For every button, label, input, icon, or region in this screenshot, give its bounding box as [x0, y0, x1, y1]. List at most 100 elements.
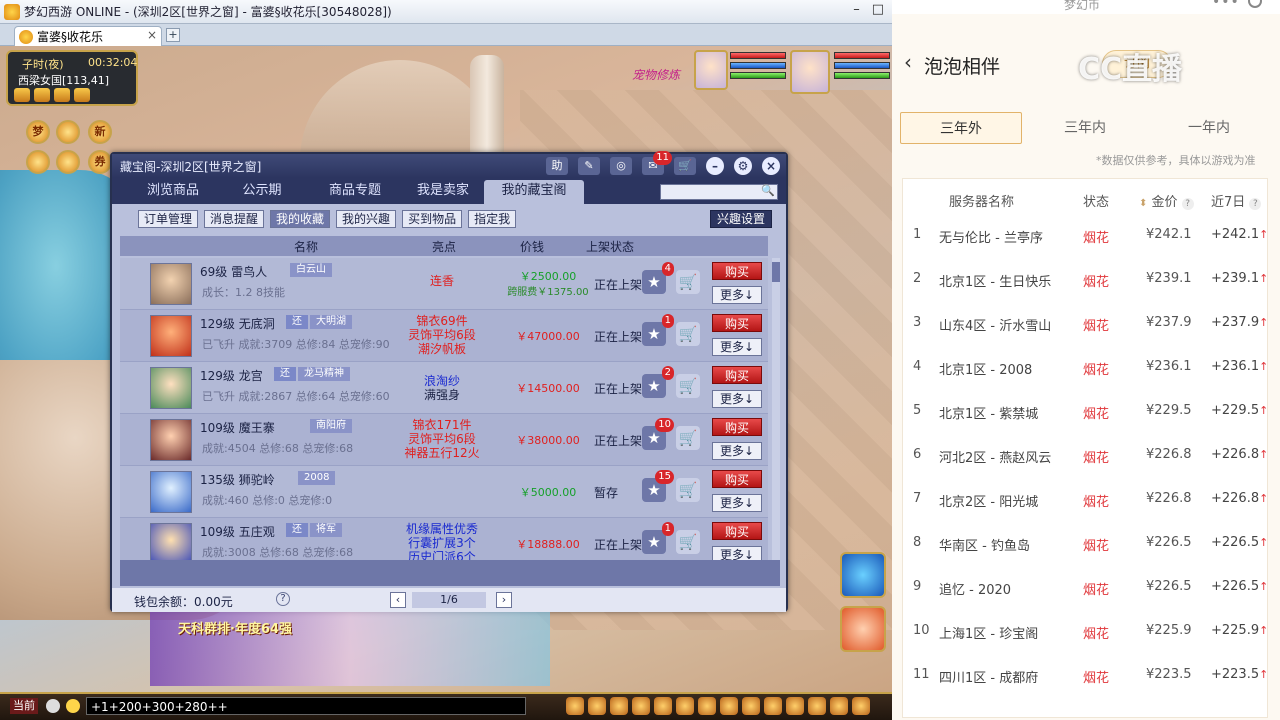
- emoji-icon[interactable]: [66, 699, 80, 713]
- character-avatar[interactable]: [150, 315, 192, 357]
- character-avatar[interactable]: [150, 367, 192, 409]
- event-banner[interactable]: 天科群排·年度64强: [150, 612, 550, 686]
- more-button[interactable]: 更多↓: [712, 442, 762, 460]
- treasure-icon[interactable]: [56, 150, 80, 174]
- prev-page-button[interactable]: ‹: [390, 592, 406, 608]
- system-icon[interactable]: [808, 697, 826, 715]
- chat-channel[interactable]: 当前: [10, 698, 38, 714]
- tab-within-1-year[interactable]: 一年内: [1148, 112, 1270, 144]
- maximize-icon[interactable]: □: [872, 2, 884, 17]
- buy-button[interactable]: 购买: [712, 314, 762, 332]
- add-to-cart-icon[interactable]: 🛒: [676, 530, 700, 554]
- act-icon[interactable]: [786, 697, 804, 715]
- buy-button[interactable]: 购买: [712, 366, 762, 384]
- ranking-row[interactable]: 2 北京1区 - 生日快乐 烟花 ¥239.1 +239.1↑: [903, 259, 1269, 303]
- close-icon[interactable]: ×: [762, 157, 780, 175]
- buy-button[interactable]: 购买: [712, 522, 762, 540]
- ranking-row[interactable]: 6 河北2区 - 燕赵风云 烟花 ¥226.8 +226.8↑: [903, 435, 1269, 479]
- ranking-row[interactable]: 8 华南区 - 钓鱼岛 烟花 ¥226.5 +226.5↑: [903, 523, 1269, 567]
- pet-portrait[interactable]: [694, 50, 728, 90]
- table-row[interactable]: 69级 雷鸟人 白云山 成长：1.2 8技能 连香 ￥2500.00 跨服费￥1…: [120, 258, 768, 310]
- subtab-purchased[interactable]: 买到物品: [402, 210, 463, 228]
- subtab-orders[interactable]: 订单管理: [138, 210, 199, 228]
- buy-button[interactable]: 购买: [712, 418, 762, 436]
- ranking-row[interactable]: 7 北京2区 - 阳光城 烟花 ¥226.8 +226.8↑: [903, 479, 1269, 523]
- subtab-favorites[interactable]: 我的收藏: [270, 210, 331, 228]
- interest-settings-button[interactable]: 兴趣设置: [710, 210, 773, 228]
- character-avatar[interactable]: [150, 263, 192, 305]
- table-row[interactable]: 109级 五庄观 还 将军 成就:3008 总修:68 总宠修:68 机缘属性优…: [120, 518, 768, 560]
- character-avatar[interactable]: [150, 523, 192, 560]
- new-activity-icon[interactable]: 新: [88, 120, 112, 144]
- more-button[interactable]: 更多↓: [712, 494, 762, 512]
- table-row[interactable]: 135级 狮驼岭 2008 成就:460 总修:0 总宠修:0 ￥5000.00…: [120, 466, 768, 518]
- back-icon[interactable]: ‹: [904, 50, 912, 74]
- dream-icon[interactable]: 梦: [26, 120, 50, 144]
- add-to-cart-icon[interactable]: 🛒: [676, 270, 700, 294]
- minimize-icon[interactable]: –: [853, 2, 860, 17]
- more-button[interactable]: 更多↓: [712, 338, 762, 356]
- favorite-star-icon[interactable]: ★ 1: [642, 314, 674, 346]
- tab-public-period[interactable]: 公示期: [222, 180, 302, 204]
- search-input[interactable]: 🔍: [660, 184, 778, 200]
- more-button[interactable]: 更多↓: [712, 546, 762, 560]
- table-row[interactable]: 109级 魔王寨 南阳府 成就:4504 总修:68 总宠修:68 锦衣171件…: [120, 414, 768, 466]
- character-shortcut-icon[interactable]: [840, 606, 886, 652]
- gift-icon[interactable]: [56, 120, 80, 144]
- shop-icon[interactable]: [26, 150, 50, 174]
- task-icon[interactable]: [698, 697, 716, 715]
- ranking-row[interactable]: 9 追忆 - 2020 烟花 ¥226.5 +226.5↑: [903, 567, 1269, 611]
- location-text[interactable]: 西梁女国[113,41]: [18, 72, 109, 88]
- table-row[interactable]: 129级 龙宫 还 龙马精神 已飞升 成就:2867 总修:64 总宠修:60 …: [120, 362, 768, 414]
- character-avatar[interactable]: [150, 419, 192, 461]
- gear-icon[interactable]: ⚙: [734, 157, 752, 175]
- quick-icon[interactable]: [742, 697, 760, 715]
- trade-icon[interactable]: [632, 697, 650, 715]
- table-row[interactable]: 129级 无底洞 还 大明湖 已飞升 成就:3709 总修:84 总宠修:90 …: [120, 310, 768, 362]
- buy-button[interactable]: 购买: [712, 262, 762, 280]
- player-portrait[interactable]: [790, 50, 830, 94]
- ranking-row[interactable]: 4 北京1区 - 2008 烟花 ¥236.1 +236.1↑: [903, 347, 1269, 391]
- next-page-button[interactable]: ›: [496, 592, 512, 608]
- edit-icon[interactable]: ✎: [578, 157, 600, 175]
- tab-game[interactable]: 富婆§收花乐 ×: [14, 26, 162, 46]
- message-icon[interactable]: ✉ 11: [642, 151, 672, 175]
- subtab-notifications[interactable]: 消息提醒: [204, 210, 265, 228]
- col-7-days[interactable]: 近7日 ?: [1211, 191, 1262, 210]
- ranking-row[interactable]: 11 四川1区 - 成都府 烟花 ¥223.5 +223.5↑: [903, 655, 1269, 699]
- character-avatar[interactable]: [150, 471, 192, 513]
- gang-icon[interactable]: [720, 697, 738, 715]
- col-gold-price[interactable]: ⬍ 金价 ?: [1139, 191, 1194, 210]
- subtab-interests[interactable]: 我的兴趣: [336, 210, 397, 228]
- minimize-icon[interactable]: –: [706, 157, 724, 175]
- ranking-icon[interactable]: [34, 88, 50, 102]
- tab-seller[interactable]: 我是卖家: [402, 180, 484, 204]
- subtab-assigned[interactable]: 指定我: [468, 210, 517, 228]
- give-icon[interactable]: [610, 697, 628, 715]
- more-dots-icon[interactable]: •••: [1212, 0, 1240, 10]
- tab-my-pavilion[interactable]: 我的藏宝阁: [484, 180, 584, 204]
- favorite-star-icon[interactable]: ★ 10: [642, 418, 674, 450]
- buy-button[interactable]: 购买: [712, 470, 762, 488]
- rows-scrollbar[interactable]: [772, 258, 780, 560]
- more-button[interactable]: 更多↓: [712, 390, 762, 408]
- ranking-row[interactable]: 1 无与伦比 - 兰亭序 烟花 ¥242.1 +242.1↑: [903, 215, 1269, 259]
- map-icon[interactable]: [54, 88, 70, 102]
- cart-icon[interactable]: 🛒: [674, 157, 696, 175]
- favorite-star-icon[interactable]: ★ 15: [642, 470, 674, 502]
- tab-within-3-years[interactable]: 三年内: [1024, 112, 1146, 144]
- chat-input[interactable]: +1+200+300+280++: [86, 697, 526, 715]
- add-to-cart-icon[interactable]: 🛒: [676, 426, 700, 450]
- tab-over-3-years[interactable]: 三年外: [900, 112, 1022, 144]
- pet-icon[interactable]: [676, 697, 694, 715]
- ranking-row[interactable]: 5 北京1区 - 紫禁城 烟花 ¥229.5 +229.5↑: [903, 391, 1269, 435]
- tab-topics[interactable]: 商品专题: [312, 180, 398, 204]
- favorite-star-icon[interactable]: ★ 4: [642, 262, 674, 294]
- search-icon[interactable]: 🔍: [761, 184, 775, 197]
- help-icon[interactable]: ?: [276, 592, 290, 606]
- ranking-row[interactable]: 10 上海1区 - 珍宝阁 烟花 ¥225.9 +225.9↑: [903, 611, 1269, 655]
- favorite-star-icon[interactable]: ★ 1: [642, 522, 674, 554]
- close-icon[interactable]: ×: [147, 28, 157, 42]
- scrollbar-thumb[interactable]: [772, 262, 780, 282]
- add-to-cart-icon[interactable]: 🛒: [676, 322, 700, 346]
